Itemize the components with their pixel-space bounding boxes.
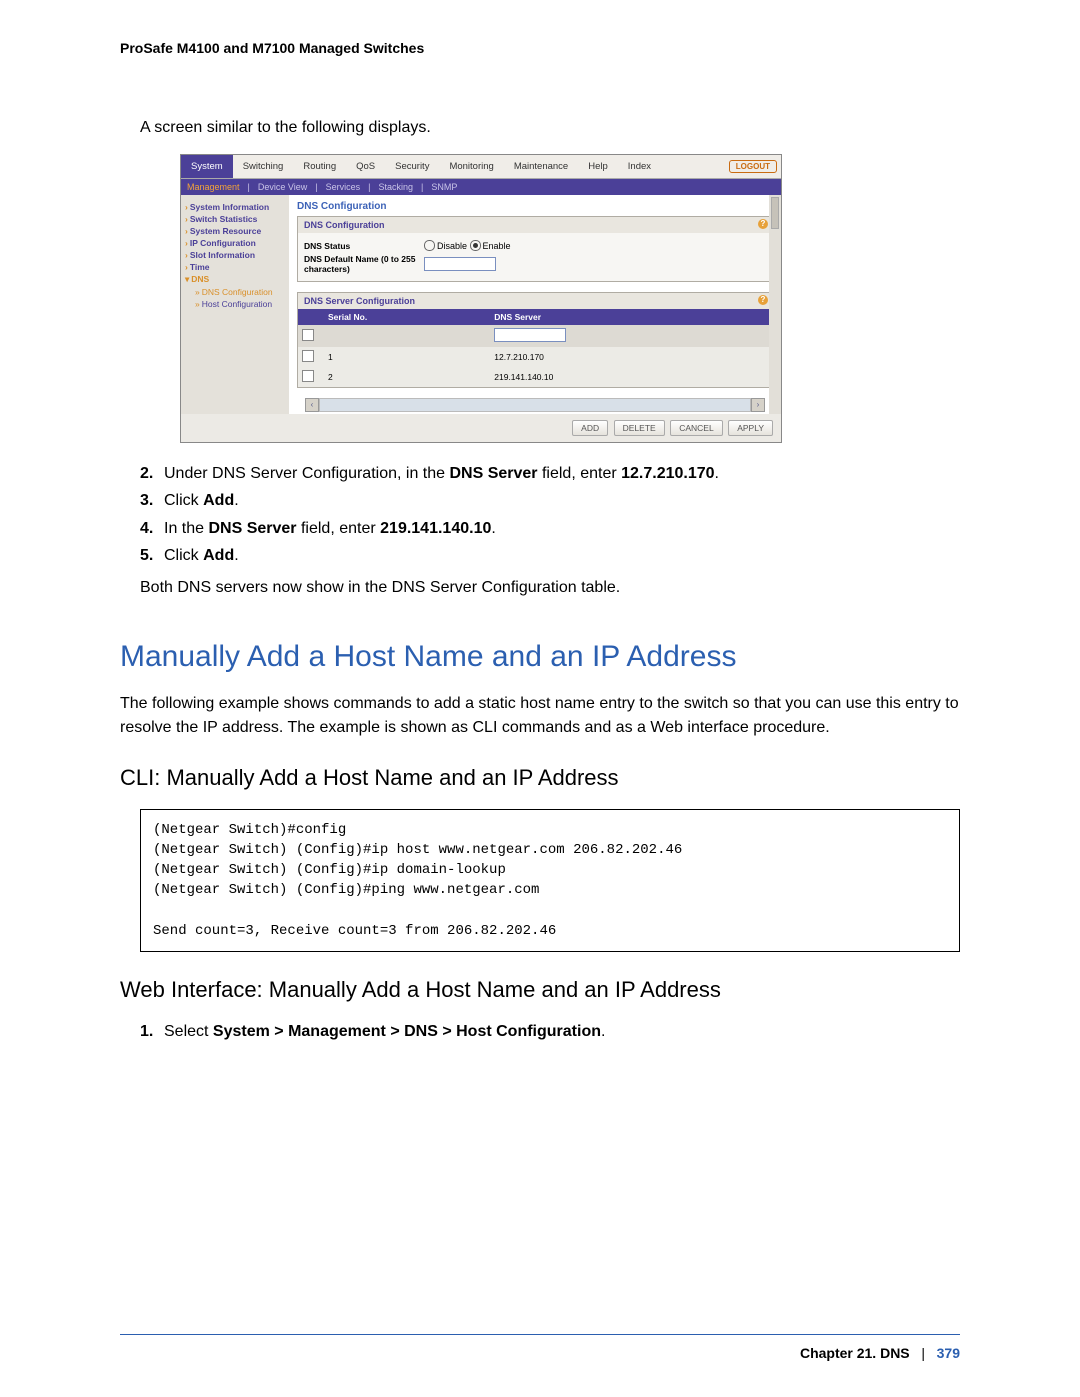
scroll-left-icon[interactable]: ‹ <box>305 398 319 412</box>
subtab-stacking[interactable]: Stacking <box>378 182 413 192</box>
sidebar-item-system-resource[interactable]: ›System Resource <box>185 225 285 237</box>
sidebar-item-time[interactable]: ›Time <box>185 261 285 273</box>
row-checkbox[interactable] <box>302 370 314 382</box>
dns-status-label: DNS Status <box>304 241 424 251</box>
result-paragraph: Both DNS servers now show in the DNS Ser… <box>140 576 960 600</box>
dns-status-enable-radio[interactable] <box>470 240 481 251</box>
help-icon[interactable]: ? <box>758 219 768 229</box>
tab-index[interactable]: Index <box>618 155 661 178</box>
row-checkbox[interactable] <box>302 350 314 362</box>
web-subsection-heading: Web Interface: Manually Add a Host Name … <box>120 977 960 1003</box>
steps-list-2: 1. Select System > Management > DNS > Ho… <box>140 1021 960 1043</box>
tab-help[interactable]: Help <box>578 155 618 178</box>
top-tab-bar: System Switching Routing QoS Security Mo… <box>181 155 781 179</box>
vertical-scrollbar[interactable] <box>769 195 781 414</box>
sidebar-item-ip-config[interactable]: ›IP Configuration <box>185 237 285 249</box>
row-checkbox[interactable] <box>302 329 314 341</box>
tab-routing[interactable]: Routing <box>293 155 346 178</box>
dns-config-panel: DNS Configuration? DNS Status Disable En… <box>297 216 773 282</box>
sidebar-item-dns[interactable]: ▾DNS <box>185 273 285 286</box>
tab-security[interactable]: Security <box>385 155 439 178</box>
col-dns-server: DNS Server <box>490 309 772 325</box>
tab-system[interactable]: System <box>181 155 233 178</box>
dns-server-panel: DNS Server Configuration? Serial No. DNS… <box>297 292 773 388</box>
footer-rule <box>120 1334 960 1335</box>
tab-maintenance[interactable]: Maintenance <box>504 155 578 178</box>
sidebar-item-switch-stats[interactable]: ›Switch Statistics <box>185 213 285 225</box>
subtab-snmp[interactable]: SNMP <box>431 182 457 192</box>
section-heading: Manually Add a Host Name and an IP Addre… <box>120 640 960 674</box>
intro-text: A screen similar to the following displa… <box>140 116 960 140</box>
subtab-device-view[interactable]: Device View <box>258 182 307 192</box>
apply-button[interactable]: APPLY <box>728 420 773 436</box>
sidebar-item-dns-config[interactable]: »DNS Configuration <box>185 286 285 298</box>
dns-config-screenshot: System Switching Routing QoS Security Mo… <box>180 154 782 443</box>
action-button-bar: ADD DELETE CANCEL APPLY <box>181 414 781 442</box>
content-title: DNS Configuration <box>297 201 773 212</box>
horizontal-scrollbar[interactable]: ‹ › <box>305 398 765 412</box>
page-header: ProSafe M4100 and M7100 Managed Switches <box>120 40 960 56</box>
help-icon[interactable]: ? <box>758 295 768 305</box>
subtab-management[interactable]: Management <box>187 182 240 192</box>
dns-config-panel-title: DNS Configuration <box>304 220 385 230</box>
cli-subsection-heading: CLI: Manually Add a Host Name and an IP … <box>120 765 960 791</box>
table-row: 2 219.141.140.10 <box>298 367 772 387</box>
sidebar-item-slot-info[interactable]: ›Slot Information <box>185 249 285 261</box>
tab-qos[interactable]: QoS <box>346 155 385 178</box>
content-pane: DNS Configuration DNS Configuration? DNS… <box>289 195 781 414</box>
dns-status-disable-radio[interactable] <box>424 240 435 251</box>
table-row: 1 12.7.210.170 <box>298 347 772 367</box>
tab-monitoring[interactable]: Monitoring <box>439 155 503 178</box>
sidebar: ›System Information ›Switch Statistics ›… <box>181 195 289 414</box>
scroll-right-icon[interactable]: › <box>751 398 765 412</box>
dns-server-input[interactable] <box>494 328 566 342</box>
dns-default-name-input[interactable] <box>424 257 496 271</box>
dns-server-table: Serial No. DNS Server 1 12.7.210.170 <box>298 309 772 387</box>
logout-button[interactable]: LOGOUT <box>729 160 777 173</box>
col-serial: Serial No. <box>324 309 490 325</box>
page-footer: Chapter 21. DNS | 379 <box>800 1345 960 1361</box>
section-intro: The following example shows commands to … <box>120 692 960 740</box>
sub-tab-bar: Management| Device View| Services| Stack… <box>181 179 781 195</box>
tab-switching[interactable]: Switching <box>233 155 294 178</box>
dns-server-panel-title: DNS Server Configuration <box>304 296 415 306</box>
sidebar-item-host-config[interactable]: »Host Configuration <box>185 298 285 310</box>
cancel-button[interactable]: CANCEL <box>670 420 722 436</box>
steps-list-1: 2. Under DNS Server Configuration, in th… <box>140 463 960 568</box>
delete-button[interactable]: DELETE <box>614 420 665 436</box>
dns-default-name-label: DNS Default Name (0 to 255 characters) <box>304 254 424 274</box>
cli-code-block: (Netgear Switch)#config (Netgear Switch)… <box>140 809 960 953</box>
add-button[interactable]: ADD <box>572 420 608 436</box>
subtab-services[interactable]: Services <box>326 182 361 192</box>
sidebar-item-system-information[interactable]: ›System Information <box>185 201 285 213</box>
table-input-row <box>298 325 772 347</box>
